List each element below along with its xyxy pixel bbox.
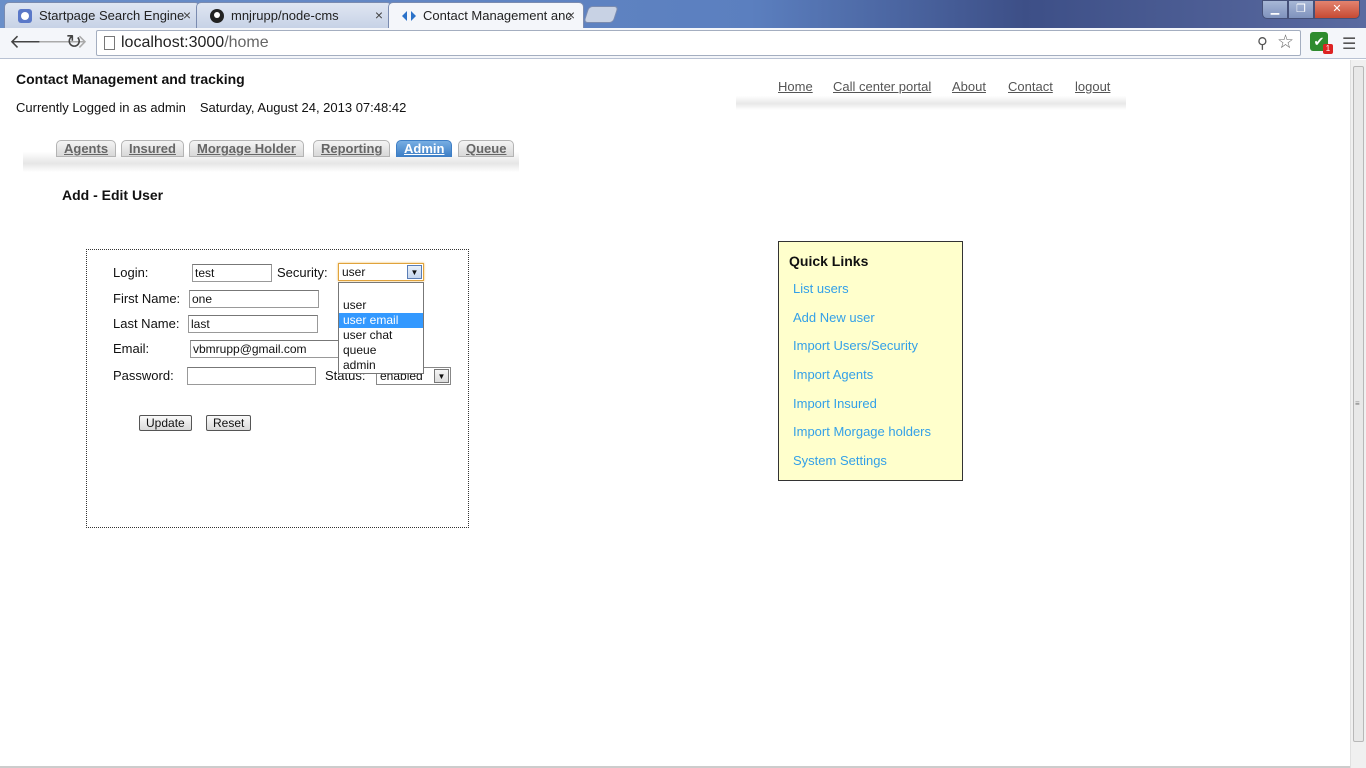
security-option-user[interactable]: user bbox=[339, 298, 423, 313]
browser-tabstrip: Startpage Search Engine × mnjrupp/node-c… bbox=[0, 0, 1366, 28]
login-status: Currently Logged in as admin Saturday, Au… bbox=[16, 100, 406, 115]
url-text: localhost:3000/home bbox=[121, 34, 269, 51]
security-option-user-chat[interactable]: user chat bbox=[339, 328, 423, 343]
nav-call-center-link[interactable]: Call center portal bbox=[833, 79, 931, 94]
browser-tab-title: Startpage Search Engine bbox=[39, 8, 185, 23]
security-selected-value: user bbox=[342, 265, 366, 279]
nav-contact-link[interactable]: Contact bbox=[1008, 79, 1053, 94]
vertical-scrollbar[interactable]: ≡ bbox=[1350, 60, 1366, 768]
link-import-morgage-holders[interactable]: Import Morgage holders bbox=[793, 424, 931, 439]
address-bar[interactable]: localhost:3000/home ⚲ ☆ bbox=[96, 30, 1301, 56]
app-tabs: Agents Insured Morgage Holder Reporting … bbox=[23, 138, 519, 172]
security-option-queue[interactable]: queue bbox=[339, 343, 423, 358]
close-icon[interactable]: × bbox=[375, 7, 383, 23]
tab-insured[interactable]: Insured bbox=[121, 140, 184, 157]
link-import-agents[interactable]: Import Agents bbox=[793, 367, 873, 382]
chevron-down-icon[interactable]: ▼ bbox=[407, 265, 422, 279]
login-label: Login: bbox=[113, 265, 149, 280]
tab-queue[interactable]: Queue bbox=[458, 140, 515, 157]
logged-in-text: Currently Logged in as admin bbox=[16, 100, 186, 115]
close-window-icon[interactable]: ✕ bbox=[1314, 0, 1360, 19]
github-icon bbox=[210, 9, 224, 23]
link-import-users-security[interactable]: Import Users/Security bbox=[793, 338, 918, 353]
nav-home-link[interactable]: Home bbox=[778, 79, 813, 94]
first-name-input[interactable]: one bbox=[189, 290, 319, 308]
nav-about-link[interactable]: About bbox=[952, 79, 986, 94]
email-label: Email: bbox=[113, 341, 150, 356]
close-icon[interactable]: × bbox=[183, 7, 191, 23]
login-input[interactable]: test bbox=[192, 264, 272, 282]
reload-icon[interactable]: ↻ bbox=[66, 33, 82, 53]
link-list-users[interactable]: List users bbox=[793, 281, 849, 296]
nav-logout-link[interactable]: logout bbox=[1075, 79, 1110, 94]
grip-icon: ≡ bbox=[1355, 399, 1360, 408]
extension-check-icon[interactable]: ✔ 1 bbox=[1310, 32, 1333, 54]
link-import-insured[interactable]: Import Insured bbox=[793, 396, 877, 411]
last-name-input[interactable]: last bbox=[188, 315, 318, 333]
page: Contact Management and tracking Currentl… bbox=[0, 60, 1350, 768]
browser-tab-title: mnjrupp/node-cms bbox=[231, 8, 339, 23]
last-name-label: Last Name: bbox=[113, 316, 180, 331]
email-input[interactable]: vbmrupp@gmail.com bbox=[190, 340, 340, 358]
browser-tab-title: Contact Management anc bbox=[423, 8, 572, 23]
link-system-settings[interactable]: System Settings bbox=[793, 453, 887, 468]
restore-icon[interactable]: ❐ bbox=[1288, 0, 1314, 19]
password-input[interactable] bbox=[187, 367, 316, 385]
close-icon[interactable]: × bbox=[567, 7, 575, 23]
minimize-icon[interactable]: ▁ bbox=[1262, 0, 1288, 19]
browser-tab-startpage[interactable]: Startpage Search Engine × bbox=[4, 2, 200, 28]
quick-links-title: Quick Links bbox=[789, 253, 869, 269]
tab-reporting[interactable]: Reporting bbox=[313, 140, 391, 157]
menu-icon[interactable]: ☰ bbox=[1342, 34, 1356, 54]
browser-tab-active[interactable]: Contact Management anc × bbox=[388, 2, 584, 28]
security-select[interactable]: user ▼ bbox=[338, 263, 424, 281]
link-add-new-user[interactable]: Add New user bbox=[793, 310, 875, 325]
quick-links-panel: Quick Links List users Add New user Impo… bbox=[778, 241, 963, 481]
update-button[interactable]: Update bbox=[139, 415, 192, 431]
security-label: Security: bbox=[277, 265, 328, 280]
chevron-down-icon[interactable]: ▼ bbox=[434, 369, 449, 383]
star-icon[interactable]: ☆ bbox=[1277, 31, 1294, 54]
search-icon[interactable]: ⚲ bbox=[1257, 34, 1268, 52]
reset-button[interactable]: Reset bbox=[206, 415, 252, 431]
security-option-user-email[interactable]: user email bbox=[339, 313, 423, 328]
security-dropdown-list[interactable]: user user email user chat queue admin bbox=[338, 282, 424, 374]
page-icon bbox=[104, 36, 115, 50]
tab-admin[interactable]: Admin bbox=[396, 140, 453, 157]
browser-toolbar: 🡐 🡒 ↻ localhost:3000/home ⚲ ☆ ✔ 1 ☰ bbox=[0, 28, 1366, 59]
password-label: Password: bbox=[113, 368, 174, 383]
new-tab-button[interactable] bbox=[583, 6, 619, 23]
section-title: Add - Edit User bbox=[62, 187, 164, 203]
app-title: Contact Management and tracking bbox=[16, 71, 245, 87]
top-navigation: Home Call center portal About Contact lo… bbox=[736, 78, 1126, 110]
datetime: Saturday, August 24, 2013 07:48:42 bbox=[199, 100, 407, 115]
security-option-admin[interactable]: admin bbox=[339, 358, 423, 373]
tab-agents[interactable]: Agents bbox=[56, 140, 117, 157]
first-name-label: First Name: bbox=[113, 291, 181, 306]
browser-tab-github[interactable]: mnjrupp/node-cms × bbox=[196, 2, 392, 28]
startpage-icon bbox=[18, 9, 32, 23]
window-controls: ▁ ❐ ✕ bbox=[1262, 0, 1360, 20]
app-icon bbox=[402, 11, 416, 21]
tab-morgage-holder[interactable]: Morgage Holder bbox=[189, 140, 304, 157]
